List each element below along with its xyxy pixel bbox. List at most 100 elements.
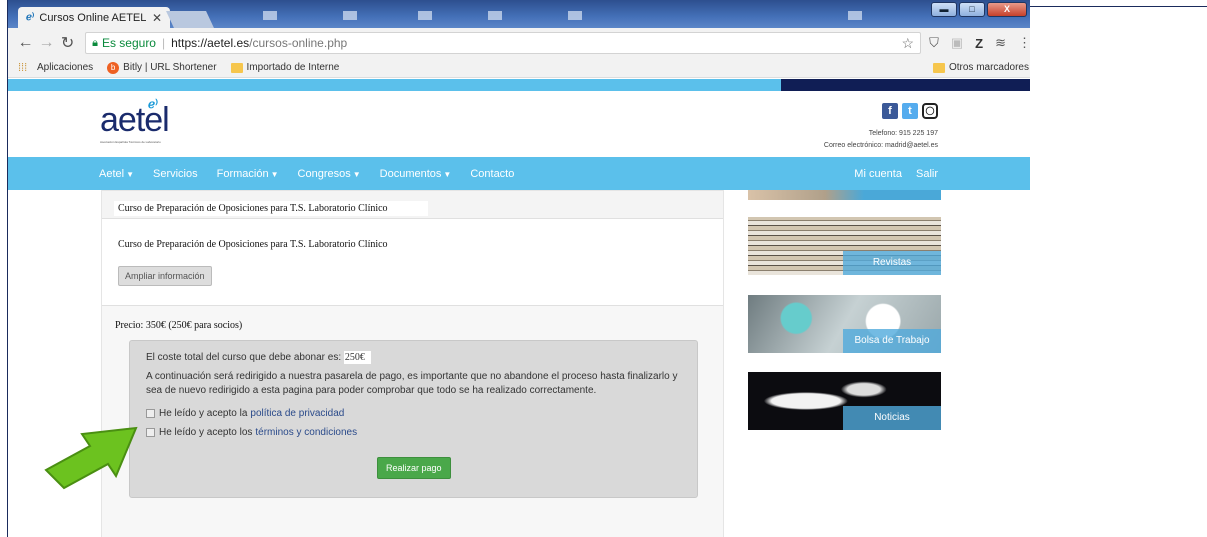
price-text: Precio: 350€ (250€ para socios) [115, 320, 243, 331]
folder-icon [230, 62, 243, 73]
banner-label: Bolsa de Trabajo [843, 329, 941, 353]
more-info-button[interactable]: Ampliar información [118, 266, 212, 286]
site-favicon-icon: ℯ⁾ [26, 12, 35, 23]
z-extension-icon[interactable]: Z [975, 36, 983, 51]
bookmarks-bar: ⁞⁞⁞ Aplicaciones b Bitly | URL Shortener… [8, 58, 1030, 78]
tab-close-icon[interactable]: ✕ [152, 11, 162, 25]
bookmark-imported-folder[interactable]: Importado de Interne [230, 62, 339, 73]
logo-text: aetel [100, 101, 170, 139]
minimize-button[interactable]: ▬ [931, 2, 957, 17]
total-value: 250€ [343, 351, 371, 364]
window-controls: ▬ □ X [931, 2, 1027, 17]
maximize-button[interactable]: □ [959, 2, 985, 17]
bookmark-bitly[interactable]: b Bitly | URL Shortener [107, 61, 217, 74]
tab-strip: ℯ⁾ Cursos Online AETEL ✕ ▬ □ X [8, 0, 1030, 28]
instagram-icon[interactable]: ◯ [922, 103, 938, 119]
shield-icon[interactable]: ⛉ [929, 35, 939, 51]
reload-icon[interactable]: ↻ [58, 33, 77, 53]
menu-label: Congresos [297, 167, 351, 180]
blurred-region [848, 11, 862, 20]
menu-label: Contacto [470, 167, 515, 180]
privacy-checkbox[interactable] [146, 409, 155, 418]
extension-square-icon[interactable]: ▣ [951, 35, 963, 51]
browser-tab[interactable]: ℯ⁾ Cursos Online AETEL ✕ [18, 7, 170, 28]
security-label: Es seguro [101, 36, 156, 50]
navigation-bar: ← → ↻ 🔒︎ Es seguro | https://aetel.es/cu… [8, 28, 1030, 58]
bookmark-apps[interactable]: ⁞⁞⁞ Aplicaciones [18, 62, 93, 74]
my-account-link[interactable]: Mi cuenta [854, 168, 902, 180]
menu-item-servicios[interactable]: Servicios [153, 168, 198, 180]
site-header: ℯ⁾ aetel Asociación Española Técnicos de… [8, 91, 1030, 157]
frame-top-line [1030, 6, 1207, 7]
course-detail-section: Curso de Preparación de Oposiciones para… [102, 219, 723, 306]
payment-box: El coste total del curso que debe abonar… [129, 340, 698, 498]
blurred-region [568, 11, 582, 20]
blurred-region [343, 11, 357, 20]
url-path: /cursos-online.php [249, 36, 348, 50]
aetel-logo[interactable]: ℯ⁾ aetel Asociación Española Técnicos de… [100, 97, 170, 144]
other-bookmarks-label: Otros marcadores [948, 62, 1029, 73]
layers-icon[interactable]: ≋ [995, 35, 1006, 51]
menu-label: Aetel [99, 167, 125, 180]
menu-item-formacion[interactable]: Formación ▼ [217, 168, 279, 180]
twitter-icon[interactable]: t [902, 103, 918, 119]
web-page: ℯ⁾ aetel Asociación Española Técnicos de… [8, 79, 1030, 537]
terms-checkbox[interactable] [146, 428, 155, 437]
lock-icon: 🔒︎ [92, 36, 98, 49]
privacy-label: He leído y acepto la [159, 408, 248, 419]
sidebar-banner-noticias[interactable]: Noticias [748, 372, 941, 430]
course-card: Curso de Preparación de Oposiciones para… [101, 190, 724, 537]
address-bar[interactable]: 🔒︎ Es seguro | https://aetel.es/cursos-o… [85, 32, 922, 54]
blurred-region [418, 11, 432, 20]
menu-item-aetel[interactable]: Aetel ▼ [99, 168, 134, 180]
pay-button[interactable]: Realizar pago [377, 457, 451, 479]
green-arrow-icon [44, 426, 138, 490]
menu-label: Documentos [379, 167, 442, 180]
bookmark-label: Aplicaciones [37, 62, 94, 73]
contact-info: Telefono: 915 225 197 Correo electrónico… [824, 128, 938, 152]
caret-down-icon: ▼ [352, 169, 361, 179]
menu-label: Servicios [153, 167, 198, 180]
back-arrow-icon[interactable]: ← [16, 34, 35, 52]
caret-down-icon: ▼ [126, 169, 134, 179]
close-window-button[interactable]: X [987, 2, 1027, 17]
banner-image [748, 190, 941, 200]
terms-label: He leído y acepto los [159, 427, 253, 438]
privacy-policy-link[interactable]: política de privacidad [250, 408, 344, 419]
privacy-checkbox-row: He leído y acepto la política de privaci… [146, 408, 681, 419]
browser-window: ℯ⁾ Cursos Online AETEL ✕ ▬ □ X ← → ↻ 🔒︎ … [7, 0, 1030, 537]
bitly-icon: b [107, 61, 120, 74]
sidebar-banner-revistas[interactable]: Revistas [748, 217, 941, 275]
sidebar-banner-bolsa-trabajo[interactable]: Bolsa de Trabajo [748, 295, 941, 353]
terms-checkbox-row: He leído y acepto los términos y condici… [146, 427, 681, 438]
extension-icons: ⛉ ▣ Z ≋ ⋮ [929, 35, 1030, 51]
caret-down-icon: ▼ [443, 169, 452, 179]
other-bookmarks[interactable]: Otros marcadores [932, 62, 1029, 73]
forward-arrow-icon[interactable]: → [37, 34, 56, 52]
logo-tagline: Asociación Española Técnicos de Laborato… [100, 140, 161, 144]
menu-label: Formación [216, 167, 269, 180]
main-menu: Aetel ▼ Servicios Formación ▼ Congresos ▼ D… [8, 157, 1030, 190]
facebook-icon[interactable]: f [882, 103, 898, 119]
course-name: Curso de Preparación de Oposiciones para… [118, 239, 388, 250]
url-host: https://aetel.es [171, 36, 250, 50]
top-dark-stripe [781, 79, 1030, 91]
banner-label: Noticias [843, 406, 941, 430]
sidebar-banner-partial[interactable] [748, 190, 941, 200]
course-header-section: Curso de Preparación de Oposiciones para… [102, 191, 723, 219]
new-tab-button[interactable] [166, 11, 214, 28]
menu-item-contacto[interactable]: Contacto [470, 168, 514, 180]
redirect-info-text: A continuación será redirigido a nuestra… [146, 371, 678, 396]
bookmark-star-icon[interactable]: ☆ [902, 35, 915, 52]
top-color-stripe [8, 79, 1030, 91]
banner-label: Revistas [843, 251, 941, 275]
address-separator: | [161, 36, 166, 50]
menu-item-congresos[interactable]: Congresos ▼ [298, 168, 361, 180]
total-line: El coste total del curso que debe abonar… [146, 351, 681, 364]
terms-link[interactable]: términos y condiciones [255, 427, 357, 438]
menu-item-documentos[interactable]: Documentos ▼ [380, 168, 452, 180]
menu-dots-icon[interactable]: ⋮ [1018, 35, 1030, 51]
caret-down-icon: ▼ [270, 169, 279, 179]
apps-grid-icon: ⁞⁞⁞ [18, 61, 28, 74]
logout-link[interactable]: Salir [916, 168, 938, 180]
